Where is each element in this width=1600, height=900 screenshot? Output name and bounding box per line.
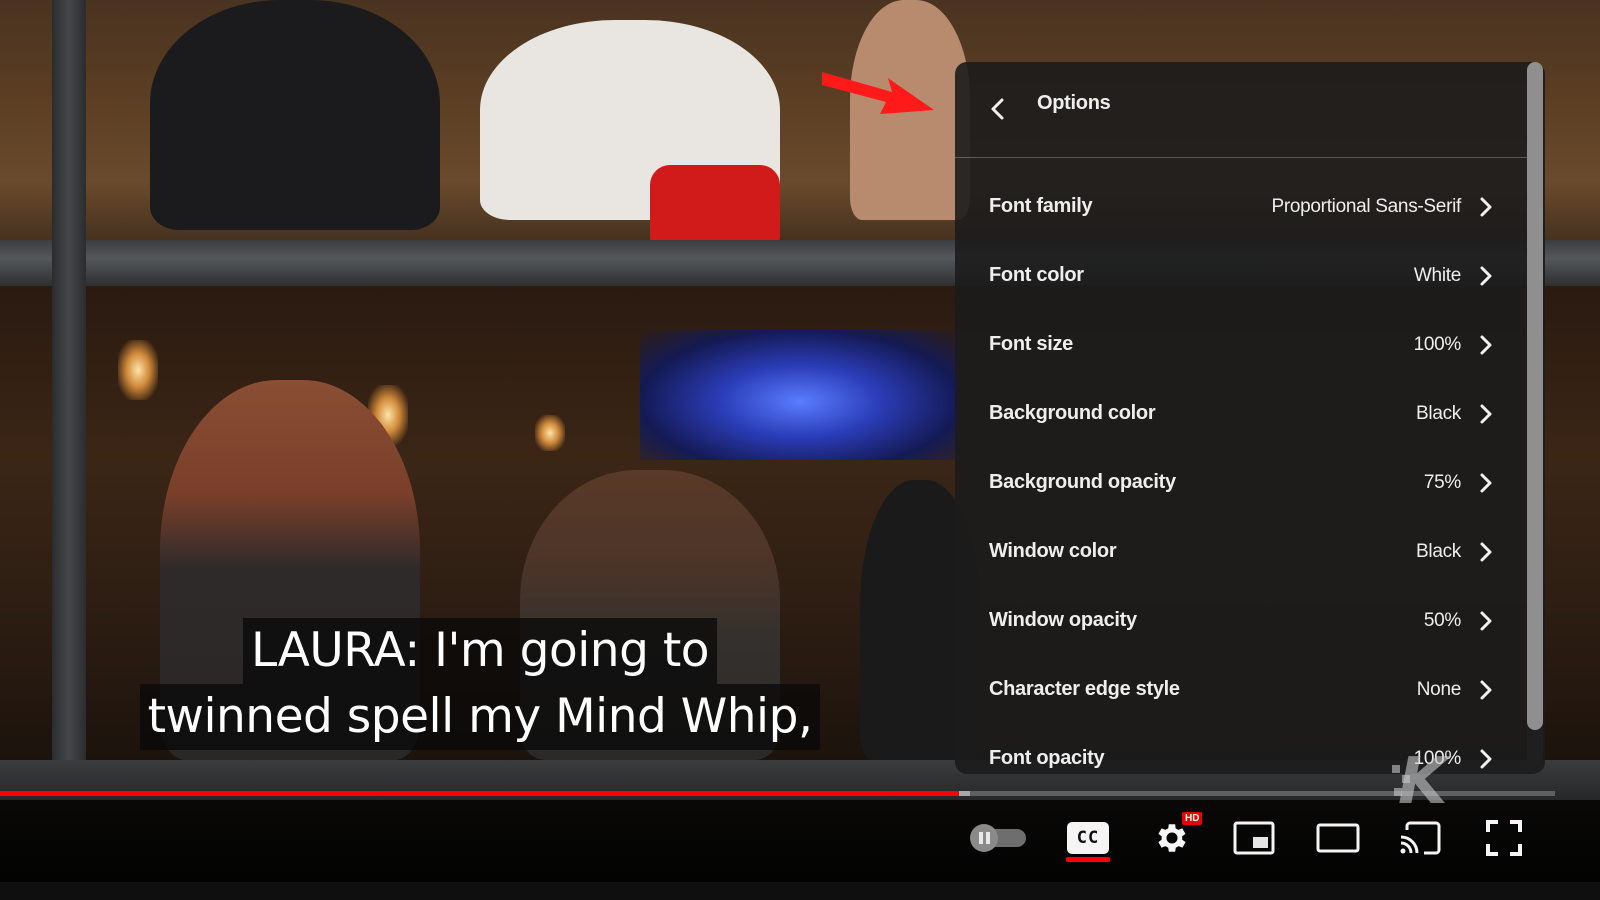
option-label: Font opacity [989, 747, 1105, 769]
option-label: Character edge style [989, 678, 1180, 700]
fullscreen-button[interactable] [1478, 815, 1530, 861]
progress-played [0, 791, 960, 796]
option-character-edge-style[interactable]: Character edge style None [955, 655, 1527, 724]
miniplayer-button[interactable] [1228, 815, 1280, 861]
option-font-size[interactable]: Font size 100% [955, 310, 1527, 379]
theater-mode-icon [1316, 823, 1360, 853]
option-label: Font color [989, 264, 1084, 286]
option-label: Font size [989, 333, 1073, 355]
subtitles-active-indicator [1066, 857, 1110, 862]
caption-window: LAURA: I'm going to twinned spell my Min… [0, 618, 960, 750]
caption-options-panel: Options Font family Proportional Sans-Se… [955, 62, 1545, 774]
option-value: 75% [1423, 471, 1461, 493]
options-list: Font family Proportional Sans-Serif Font… [955, 172, 1527, 774]
option-window-opacity[interactable]: Window opacity 50% [955, 586, 1527, 655]
option-value: Proportional Sans-Serif [1271, 195, 1461, 217]
option-label: Window color [989, 540, 1117, 562]
option-value: Black [1416, 540, 1461, 562]
watermark-dot [1394, 788, 1402, 796]
option-value: 100% [1413, 333, 1462, 355]
theater-mode-button[interactable] [1310, 815, 1366, 861]
video-player[interactable]: LAURA: I'm going to twinned spell my Min… [0, 0, 1600, 900]
caption-line: twinned spell my Mind Whip, [139, 684, 821, 750]
option-background-color[interactable]: Background color Black [955, 379, 1527, 448]
chevron-right-icon [1480, 542, 1492, 561]
scene-lamp [535, 415, 565, 451]
scene-person [150, 0, 440, 230]
option-font-color[interactable]: Font color White [955, 241, 1527, 310]
option-label: Background color [989, 402, 1156, 424]
scene-red-bag [650, 165, 780, 245]
option-background-opacity[interactable]: Background opacity 75% [955, 448, 1527, 517]
panel-header: Options [955, 62, 1527, 158]
back-button[interactable] [983, 94, 1013, 124]
chevron-right-icon [1480, 266, 1492, 285]
cc-icon: CC [1067, 822, 1109, 854]
option-font-family[interactable]: Font family Proportional Sans-Serif [955, 172, 1527, 241]
chevron-right-icon [1480, 611, 1492, 630]
scene-lamp [118, 340, 158, 400]
option-label: Font family [989, 195, 1093, 217]
miniplayer-icon [1233, 821, 1275, 855]
autoplay-toggle[interactable] [970, 815, 1030, 861]
option-value: 50% [1423, 609, 1461, 631]
site-watermark-logo: K [1398, 745, 1448, 819]
chevron-right-icon [1480, 680, 1492, 699]
pause-icon [970, 824, 998, 852]
progress-bar[interactable] [0, 791, 1555, 796]
caption-line: LAURA: I'm going to [242, 618, 718, 684]
chevron-right-icon [1480, 197, 1492, 216]
chevron-left-icon [991, 98, 1004, 120]
hd-badge: HD [1182, 812, 1203, 825]
option-label: Window opacity [989, 609, 1137, 631]
chevron-right-icon [1480, 749, 1492, 768]
page-bottom-strip [0, 882, 1600, 900]
option-value: None [1416, 678, 1462, 700]
chevron-right-icon [1480, 473, 1492, 492]
chevron-right-icon [1480, 335, 1492, 354]
fullscreen-icon [1486, 820, 1522, 856]
annotation-arrow-icon [822, 72, 934, 114]
chevron-right-icon [1480, 404, 1492, 423]
option-label: Background opacity [989, 471, 1176, 493]
watermark-dot [1402, 775, 1410, 783]
option-value: Black [1416, 402, 1461, 424]
scene-window [640, 330, 960, 460]
panel-scrollbar-thumb[interactable] [1527, 62, 1543, 730]
option-window-color[interactable]: Window color Black [955, 517, 1527, 586]
option-value: White [1413, 264, 1461, 286]
subtitles-button[interactable]: CC [1062, 815, 1114, 861]
watermark-dot [1392, 765, 1400, 773]
panel-title: Options [1037, 92, 1111, 114]
